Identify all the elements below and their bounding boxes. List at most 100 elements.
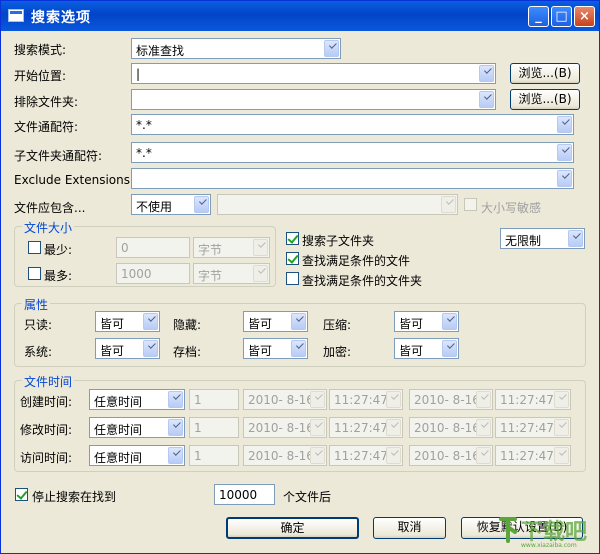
time-from-picker[interactable]: 11:27:47 — [329, 445, 403, 466]
max-size-checkbox[interactable] — [28, 267, 41, 280]
system-select[interactable]: 皆可 — [95, 338, 160, 359]
date-to-picker[interactable]: 2010- 8-16 — [409, 445, 493, 466]
chevron-down-icon[interactable] — [291, 340, 306, 357]
chevron-down-icon[interactable] — [253, 239, 268, 256]
start-location-label: 开始位置: — [14, 69, 67, 83]
maximize-icon: □ — [555, 9, 568, 24]
exclude-folder-label: 排除文件夹: — [14, 95, 79, 109]
date-to-picker[interactable]: 2010- 8-16 — [409, 389, 493, 410]
time-number-input[interactable]: 1 — [189, 389, 239, 410]
spinner-icon[interactable] — [386, 447, 401, 464]
compressed-label: 压缩: — [323, 318, 352, 332]
chevron-down-icon[interactable] — [479, 91, 494, 108]
chevron-down-icon[interactable] — [310, 391, 325, 408]
search-subfolders-checkbox[interactable] — [286, 232, 299, 245]
chevron-down-icon[interactable] — [442, 340, 457, 357]
chevron-down-icon[interactable] — [441, 196, 456, 213]
case-sensitive-label: 大小写敏感 — [481, 201, 542, 215]
encrypted-select[interactable]: 皆可 — [394, 338, 459, 359]
archive-select[interactable]: 皆可 — [243, 338, 308, 359]
chevron-down-icon[interactable] — [442, 313, 457, 330]
title-bar[interactable]: 搜索选项 _ □ × — [1, 1, 599, 31]
time-row-label: 创建时间: — [20, 395, 73, 409]
maximize-button[interactable]: □ — [551, 6, 572, 27]
depth-select[interactable]: 无限制 — [500, 228, 585, 249]
spinner-icon[interactable] — [386, 419, 401, 436]
browse-start-button[interactable]: 浏览...(B) — [510, 63, 580, 84]
time-row-accessed: 访问时间: 任意时间 1 2010- 8-16 11:27:47 2010- 8… — [1, 445, 600, 467]
chevron-down-icon[interactable] — [310, 447, 325, 464]
date-from-picker[interactable]: 2010- 8-16 — [243, 445, 327, 466]
chevron-down-icon[interactable] — [194, 196, 209, 213]
case-sensitive-checkbox[interactable] — [464, 198, 477, 211]
time-row-modified: 修改时间: 任意时间 1 2010- 8-16 11:27:47 2010- 8… — [1, 417, 600, 439]
window-icon — [8, 9, 24, 22]
spinner-icon[interactable] — [386, 391, 401, 408]
find-files-checkbox[interactable] — [286, 252, 299, 265]
subfolder-wildcard-label: 子文件夹通配符: — [14, 149, 103, 163]
chevron-down-icon[interactable] — [476, 447, 491, 464]
browse-exclude-button[interactable]: 浏览...(B) — [510, 89, 580, 110]
time-to-picker[interactable]: 11:27:47 — [495, 417, 571, 438]
min-size-input[interactable]: 0 — [116, 237, 190, 258]
chevron-down-icon[interactable] — [479, 65, 494, 82]
time-number-input[interactable]: 1 — [189, 445, 239, 466]
chevron-down-icon[interactable] — [143, 340, 158, 357]
chevron-down-icon[interactable] — [143, 313, 158, 330]
ok-button[interactable]: 确定 — [226, 517, 359, 539]
chevron-down-icon[interactable] — [476, 419, 491, 436]
file-contains-mode-select[interactable]: 不使用 — [131, 194, 211, 215]
chevron-down-icon[interactable] — [291, 313, 306, 330]
time-to-picker[interactable]: 11:27:47 — [495, 389, 571, 410]
subfolder-wildcard-combo[interactable]: *.* — [131, 142, 574, 163]
spinner-icon[interactable] — [554, 447, 569, 464]
spinner-icon[interactable] — [554, 391, 569, 408]
time-from-picker[interactable]: 11:27:47 — [329, 417, 403, 438]
time-row-label: 访问时间: — [20, 451, 73, 465]
time-mode-select[interactable]: 任意时间 — [89, 445, 185, 466]
min-size-checkbox[interactable] — [28, 241, 41, 254]
chevron-down-icon[interactable] — [310, 419, 325, 436]
compressed-select[interactable]: 皆可 — [394, 311, 459, 332]
find-folders-checkbox[interactable] — [286, 272, 299, 285]
stop-search-checkbox[interactable] — [15, 488, 28, 501]
chevron-down-icon[interactable] — [324, 40, 339, 57]
time-to-picker[interactable]: 11:27:47 — [495, 445, 571, 466]
minimize-button[interactable]: _ — [528, 6, 549, 27]
exclude-folder-combo[interactable] — [131, 89, 496, 110]
file-wildcard-combo[interactable]: *.* — [131, 114, 574, 135]
chevron-down-icon[interactable] — [168, 419, 183, 436]
spinner-icon[interactable] — [554, 419, 569, 436]
time-mode-select[interactable]: 任意时间 — [89, 389, 185, 410]
chevron-down-icon[interactable] — [476, 391, 491, 408]
max-size-unit-select[interactable]: 字节 — [193, 263, 270, 284]
date-from-picker[interactable]: 2010- 8-16 — [243, 389, 327, 410]
readonly-select[interactable]: 皆可 — [95, 311, 160, 332]
readonly-label: 只读: — [24, 318, 53, 332]
file-contains-text-combo[interactable] — [217, 194, 458, 215]
chevron-down-icon[interactable] — [557, 170, 572, 187]
chevron-down-icon[interactable] — [168, 447, 183, 464]
max-size-label: 最多: — [44, 269, 73, 283]
chevron-down-icon[interactable] — [253, 265, 268, 282]
exclude-extensions-combo[interactable] — [131, 168, 574, 189]
chevron-down-icon[interactable] — [557, 116, 572, 133]
watermark-icon: 下载吧 www.xiazaiba.com — [499, 517, 587, 549]
system-label: 系统: — [24, 345, 53, 359]
search-mode-select[interactable]: 标准查找 — [131, 38, 341, 59]
chevron-down-icon[interactable] — [557, 144, 572, 161]
min-size-unit-select[interactable]: 字节 — [193, 237, 270, 258]
max-size-input[interactable]: 1000 — [116, 263, 190, 284]
time-number-input[interactable]: 1 — [189, 417, 239, 438]
hidden-select[interactable]: 皆可 — [243, 311, 308, 332]
start-location-combo[interactable]: | — [131, 63, 496, 84]
chevron-down-icon[interactable] — [568, 230, 583, 247]
date-from-picker[interactable]: 2010- 8-16 — [243, 417, 327, 438]
date-to-picker[interactable]: 2010- 8-16 — [409, 417, 493, 438]
chevron-down-icon[interactable] — [168, 391, 183, 408]
close-button[interactable]: × — [574, 6, 595, 27]
time-mode-select[interactable]: 任意时间 — [89, 417, 185, 438]
time-from-picker[interactable]: 11:27:47 — [329, 389, 403, 410]
cancel-button[interactable]: 取消 — [373, 517, 446, 539]
stop-count-input[interactable]: 10000 — [214, 484, 275, 505]
